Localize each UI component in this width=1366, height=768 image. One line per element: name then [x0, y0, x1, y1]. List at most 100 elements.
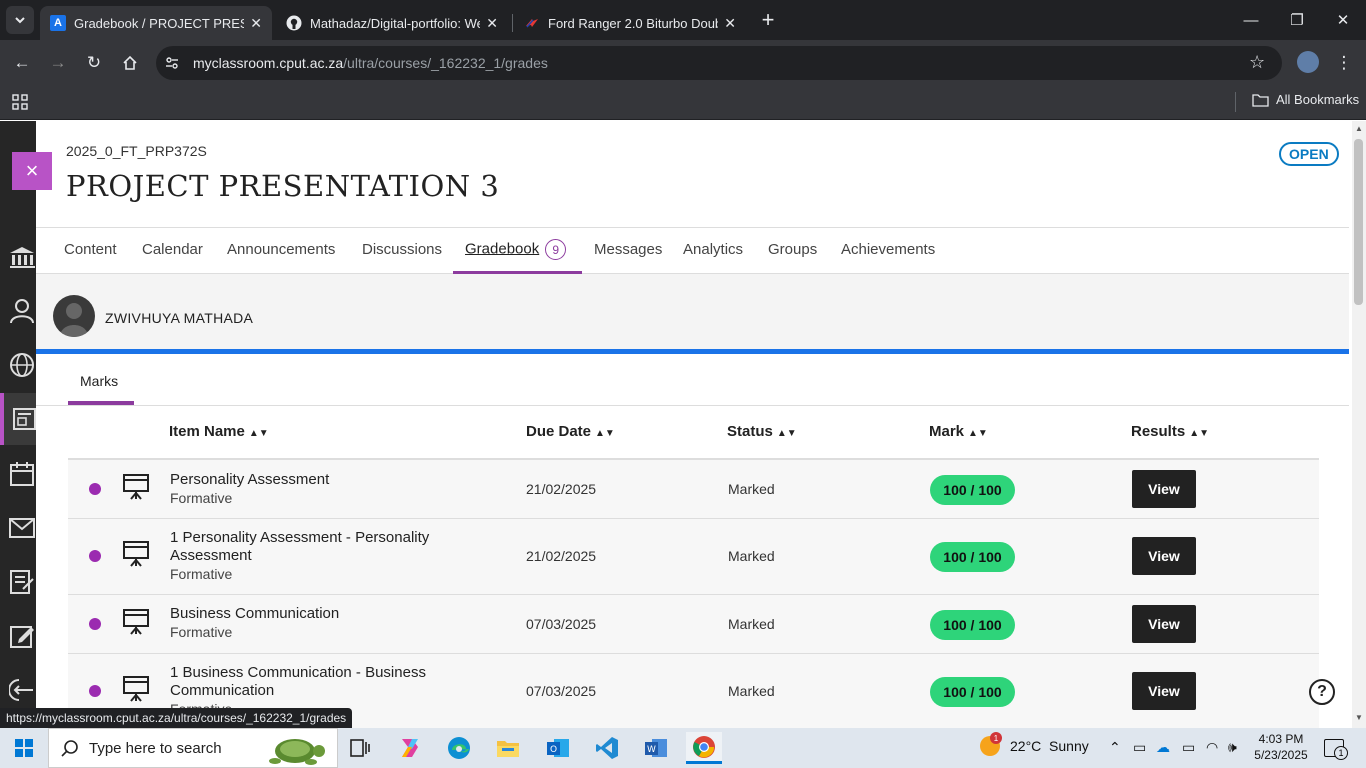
item-type: Formative: [170, 566, 233, 582]
browser-tab-gradebook[interactable]: A Gradebook / PROJECT PRESENTATION 3 ✕: [40, 6, 272, 40]
view-button[interactable]: View: [1132, 537, 1196, 575]
reload-icon[interactable]: ↻: [82, 51, 106, 75]
view-button[interactable]: View: [1132, 672, 1196, 710]
page-scrollbar[interactable]: ▲ ▼: [1352, 121, 1366, 728]
close-tab-icon[interactable]: ✕: [486, 15, 498, 32]
grades-icon[interactable]: [9, 568, 37, 596]
column-header-results[interactable]: Results ▲▼: [1131, 423, 1209, 440]
volume-icon[interactable]: 🕪: [1228, 739, 1237, 756]
view-button[interactable]: View: [1132, 605, 1196, 643]
svg-text:W: W: [647, 745, 656, 755]
minimize-button[interactable]: —: [1228, 0, 1274, 40]
tab-analytics[interactable]: Analytics: [683, 241, 743, 258]
outlook-icon[interactable]: O: [540, 732, 576, 764]
tab-gradebook[interactable]: Gradebook 9: [465, 239, 567, 260]
column-header-status[interactable]: Status ▲▼: [727, 423, 797, 440]
browser-tab-github[interactable]: Mathadaz/Digital-portfolio: Welcome ✕: [276, 6, 508, 40]
back-icon[interactable]: ←: [10, 51, 34, 75]
taskbar-search-box[interactable]: Type here to search: [48, 728, 338, 768]
column-label: Item Name: [169, 423, 245, 440]
tab-groups[interactable]: Groups: [768, 241, 817, 258]
site-info-icon[interactable]: [164, 55, 180, 76]
tab-title: Mathadaz/Digital-portfolio: Welcome: [310, 15, 480, 31]
courses-nav-active[interactable]: [0, 393, 36, 445]
task-view-icon[interactable]: [342, 732, 378, 764]
scrollbar-thumb[interactable]: [1354, 139, 1363, 305]
clock[interactable]: 4:03 PM 5/23/2025: [1250, 731, 1312, 763]
status-bar-url: https://myclassroom.cput.ac.za/ultra/cou…: [0, 708, 353, 729]
item-title[interactable]: Personality Assessment: [170, 471, 470, 489]
tab-marks[interactable]: Marks: [80, 373, 118, 389]
table-row: Business Communication Formative 07/03/20…: [68, 595, 1319, 654]
address-bar[interactable]: myclassroom.cput.ac.za/ultra/courses/_16…: [156, 46, 1282, 80]
column-label: Mark: [929, 423, 965, 440]
meet-now-icon[interactable]: ▭: [1133, 739, 1146, 756]
windows-start-icon[interactable]: [6, 732, 42, 764]
browser-toolbar: ← → ↻ myclassroom.cput.ac.za/ultra/cours…: [0, 40, 1366, 86]
avatar: [53, 295, 95, 337]
chrome-icon-active[interactable]: [686, 732, 722, 764]
unread-dot: [89, 685, 101, 697]
mark-pill: 100 / 100: [930, 475, 1015, 505]
copilot-icon[interactable]: [392, 732, 428, 764]
file-explorer-icon[interactable]: [490, 732, 526, 764]
tab-messages[interactable]: Messages: [594, 241, 662, 258]
item-name[interactable]: Personality Assessment Formative: [170, 471, 470, 507]
url-host: myclassroom.cput.ac.za: [193, 55, 344, 71]
item-title[interactable]: 1 Business Communication - Business Comm…: [170, 664, 460, 700]
tab-content[interactable]: Content: [64, 241, 117, 258]
scroll-up-icon[interactable]: ▲: [1355, 124, 1363, 133]
help-icon[interactable]: ?: [1309, 679, 1335, 705]
item-name[interactable]: Business Communication Formative: [170, 605, 470, 641]
onedrive-cloud-icon[interactable]: ☁: [1156, 739, 1170, 756]
institution-icon[interactable]: [9, 243, 37, 271]
apps-grid-icon[interactable]: [12, 94, 28, 115]
window-close-button[interactable]: ✕: [1320, 0, 1366, 40]
extension-icon[interactable]: [1297, 51, 1319, 73]
chevron-up-icon[interactable]: ⌃: [1109, 739, 1121, 756]
profile-icon[interactable]: [9, 297, 37, 325]
browser-tab-ford[interactable]: Ford Ranger 2.0 Biturbo Double Cab ✕: [514, 6, 746, 40]
turtle-search-highlight-icon: [269, 739, 325, 765]
tab-announcements[interactable]: Announcements: [227, 241, 335, 258]
close-tab-icon[interactable]: ✕: [250, 15, 262, 32]
tab-discussions[interactable]: Discussions: [362, 241, 442, 258]
column-header-due-date[interactable]: Due Date ▲▼: [526, 423, 615, 440]
close-course-button[interactable]: ×: [12, 152, 52, 190]
wifi-icon[interactable]: ◠: [1206, 739, 1218, 756]
all-bookmarks-label: All Bookmarks: [1276, 92, 1360, 107]
sign-out-icon[interactable]: [9, 676, 37, 704]
presentation-icon: [123, 676, 149, 702]
notification-center-icon[interactable]: 1: [1324, 739, 1348, 760]
column-header-mark[interactable]: Mark ▲▼: [929, 423, 988, 440]
item-title[interactable]: Business Communication: [170, 605, 470, 623]
close-tab-icon[interactable]: ✕: [724, 15, 736, 32]
menu-kebab-icon[interactable]: ⋮: [1332, 51, 1356, 75]
globe-icon[interactable]: [9, 351, 37, 379]
unread-dot: [89, 618, 101, 630]
tab-search-button[interactable]: [6, 6, 34, 34]
chevron-down-icon: [15, 17, 25, 24]
tab-achievements[interactable]: Achievements: [841, 241, 935, 258]
all-bookmarks-button[interactable]: All Bookmarks: [1252, 92, 1359, 107]
word-icon[interactable]: W: [638, 732, 674, 764]
calendar-icon[interactable]: [9, 460, 37, 488]
new-tab-button[interactable]: +: [756, 7, 780, 32]
weather-widget[interactable]: 1 22°C Sunny: [980, 732, 1089, 756]
tools-edit-icon[interactable]: [9, 622, 37, 650]
forward-icon[interactable]: →: [46, 51, 70, 75]
bookmark-star-icon[interactable]: ☆: [1249, 52, 1265, 73]
item-name[interactable]: 1 Personality Assessment - Personality A…: [170, 529, 460, 583]
edge-browser-icon[interactable]: [441, 732, 477, 764]
battery-icon[interactable]: ▭: [1182, 739, 1195, 756]
restore-button[interactable]: ❐: [1274, 0, 1320, 40]
messages-envelope-icon[interactable]: [9, 514, 37, 542]
vscode-icon[interactable]: [589, 732, 625, 764]
home-icon[interactable]: [118, 51, 142, 75]
tab-calendar[interactable]: Calendar: [142, 241, 203, 258]
item-title[interactable]: 1 Personality Assessment - Personality A…: [170, 529, 460, 565]
column-header-item-name[interactable]: Item Name ▲▼: [169, 423, 269, 440]
unread-dot: [89, 483, 101, 495]
scroll-down-icon[interactable]: ▼: [1355, 713, 1363, 722]
view-button[interactable]: View: [1132, 470, 1196, 508]
